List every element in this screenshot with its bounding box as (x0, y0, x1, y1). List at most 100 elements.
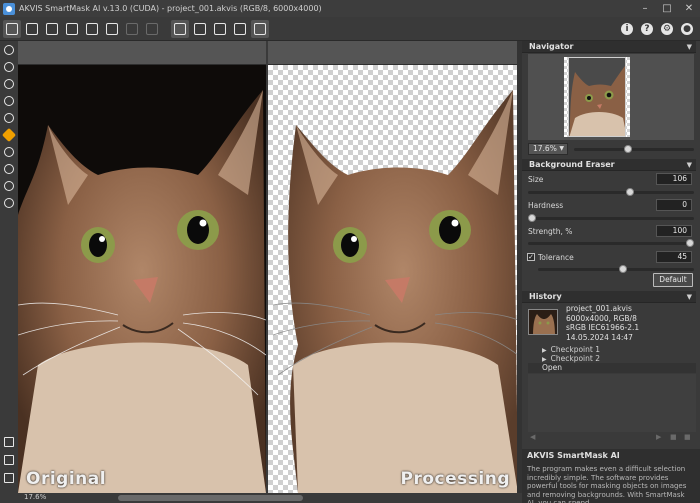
maximize-button[interactable]: □ (656, 0, 678, 17)
title-bar: AKVIS SmartMask AI v.13.0 (CUDA) - proje… (0, 0, 700, 17)
size-knob[interactable] (625, 188, 634, 196)
ai-mask-button[interactable] (171, 19, 189, 38)
canvas-horizontal-scrollbar[interactable] (118, 495, 303, 501)
original-pane[interactable]: Original (18, 65, 266, 493)
original-label: Original (26, 469, 107, 489)
collapse-eraser-icon[interactable]: ▼ (687, 159, 692, 171)
play-icon: ▶ (542, 356, 547, 363)
navigator-zoom-slider[interactable] (574, 148, 694, 151)
dropper-tool[interactable] (0, 92, 18, 109)
history-checkpoint-1[interactable]: ▶ Checkpoint 1 (542, 345, 600, 354)
refine-icon (4, 163, 14, 174)
share-button[interactable] (103, 20, 121, 38)
undo-icon (126, 22, 138, 35)
processing-label: Processing (400, 469, 510, 489)
view-toggle-icon (254, 22, 266, 35)
magic-eraser-icon (4, 146, 14, 157)
undo-button[interactable] (123, 20, 141, 38)
view-toggle-button[interactable] (251, 19, 269, 38)
drop-icon (4, 112, 14, 123)
history-header[interactable]: History ▼ (522, 291, 696, 303)
batch-button[interactable] (83, 20, 101, 38)
eraser-header[interactable]: Background Eraser ▼ (522, 159, 696, 171)
navigator-zoom-knob[interactable] (624, 145, 633, 153)
main-toolbar: i ? ⚙ ● (0, 17, 700, 41)
checkpoint-1-label: Checkpoint 1 (550, 345, 600, 354)
help-button[interactable]: ? (638, 20, 656, 38)
collapse-navigator-icon[interactable]: ▼ (687, 41, 692, 53)
history-delete-icon[interactable]: ■ (670, 433, 677, 441)
checker-view-button[interactable] (0, 433, 18, 450)
hide-mask-button[interactable] (191, 20, 209, 38)
hardness-knob[interactable] (528, 214, 536, 222)
hardness-slider[interactable] (528, 217, 694, 220)
chevron-down-icon: ▼ (559, 145, 564, 152)
navigator-header[interactable]: Navigator ▼ (522, 41, 696, 53)
split-view-button[interactable] (0, 451, 18, 468)
navigator-cat-thumbnail (569, 66, 625, 136)
history-dims: 6000x4000, RGB/8 (566, 313, 637, 323)
canvas-header (18, 41, 518, 65)
info-icon: i (621, 23, 633, 35)
background-eraser-tool[interactable] (0, 126, 18, 143)
tool-a-icon (174, 22, 186, 35)
notifications-button[interactable]: ● (678, 20, 696, 38)
tool-c-icon (214, 22, 226, 35)
save-button[interactable] (43, 20, 61, 38)
history-play-icon[interactable]: ▶ (656, 433, 661, 441)
show-mask-button[interactable] (211, 20, 229, 38)
hand-tool[interactable] (0, 177, 18, 194)
history-profile: sRGB IEC61966-2.1 (566, 323, 640, 332)
tolerance-knob[interactable] (619, 265, 628, 273)
history-file-info[interactable]: project_001.akvis 6000x4000, RGB/8 sRGB … (566, 304, 639, 342)
minimize-button[interactable]: – (634, 0, 656, 17)
refine-tool[interactable] (0, 160, 18, 177)
history-title: History (529, 292, 562, 301)
history-trash-icon[interactable]: ■ (684, 433, 691, 441)
history-date: 14.05.2024 14:47 (566, 332, 633, 342)
lasso-tool[interactable] (0, 75, 18, 92)
open-button[interactable] (23, 20, 41, 38)
tolerance-checkbox[interactable]: ✓ (527, 253, 535, 261)
background-button[interactable] (231, 20, 249, 38)
size-field[interactable]: 106 (656, 173, 692, 185)
processing-pane[interactable]: Processing (268, 65, 518, 493)
print-button[interactable] (63, 20, 81, 38)
strength-slider[interactable] (528, 242, 694, 245)
close-button[interactable]: ✕ (678, 0, 700, 17)
size-slider[interactable] (528, 191, 694, 194)
print-icon (66, 22, 78, 35)
split-view-icon (4, 454, 14, 465)
compare-view-button[interactable] (0, 469, 18, 486)
strength-field[interactable]: 100 (656, 225, 692, 237)
redo-button[interactable] (143, 20, 161, 38)
info-button[interactable]: i (618, 20, 636, 38)
navigator-viewport-frame[interactable] (568, 57, 626, 137)
history-checkpoint-2[interactable]: ▶ Checkpoint 2 (542, 354, 600, 363)
zoom-tool[interactable] (0, 194, 18, 211)
history-list-area (528, 374, 696, 432)
default-button[interactable]: Default (653, 273, 693, 287)
collapse-history-icon[interactable]: ▼ (687, 291, 692, 303)
navigator-zoom-select[interactable]: 17.6% ▼ (528, 143, 568, 155)
strength-label: Strength, % (528, 227, 573, 236)
strength-knob[interactable] (686, 239, 694, 247)
history-file-name: project_001.akvis (566, 304, 632, 313)
history-open-item[interactable]: Open (528, 363, 696, 373)
hardness-field[interactable]: 0 (656, 199, 692, 211)
navigator-zoom-value: 17.6% (533, 144, 557, 153)
history-back-icon[interactable]: ◀ (530, 433, 535, 441)
tolerance-slider[interactable] (538, 268, 694, 271)
eraser-title: Background Eraser (529, 160, 615, 169)
tolerance-field[interactable]: 45 (656, 251, 692, 263)
tool-b-icon (194, 22, 206, 35)
settings-button[interactable]: ⚙ (658, 20, 676, 38)
drop-tool[interactable] (0, 109, 18, 126)
ai-brush-tool[interactable] (0, 41, 18, 58)
hand-icon (4, 180, 14, 191)
keep-brush-tool[interactable] (0, 58, 18, 75)
home-button[interactable] (3, 19, 21, 38)
magic-eraser-tool[interactable] (0, 143, 18, 160)
tool-column (0, 41, 18, 503)
navigator-preview[interactable] (528, 54, 694, 140)
